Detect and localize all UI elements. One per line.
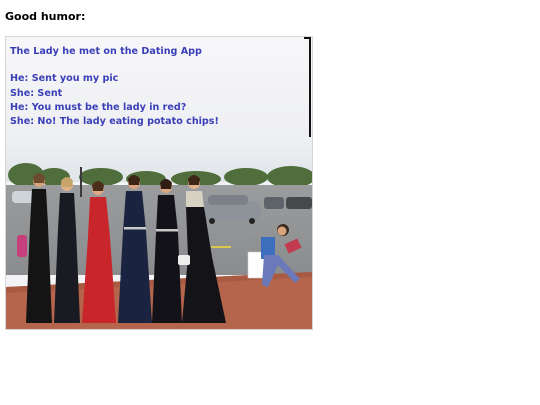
corner-bar <box>309 37 311 137</box>
dialogue-line-3: He: You must be the lady in red? <box>10 102 187 113</box>
group-photo <box>6 137 312 329</box>
post-heading: Good humor: <box>5 10 86 23</box>
dialogue-line-1: He: Sent you my pic <box>10 73 119 84</box>
dialogue-line-4: She: No! The lady eating potato chips! <box>10 116 219 127</box>
meme-title: The Lady he met on the Dating App <box>10 46 202 57</box>
dialogue-line-2: She: Sent <box>10 88 63 99</box>
meme-caption: The Lady he met on the Dating App He: Se… <box>6 37 312 137</box>
meme-image: The Lady he met on the Dating App He: Se… <box>5 36 313 330</box>
page: Good humor: The Lady he met on the Datin… <box>0 0 540 405</box>
